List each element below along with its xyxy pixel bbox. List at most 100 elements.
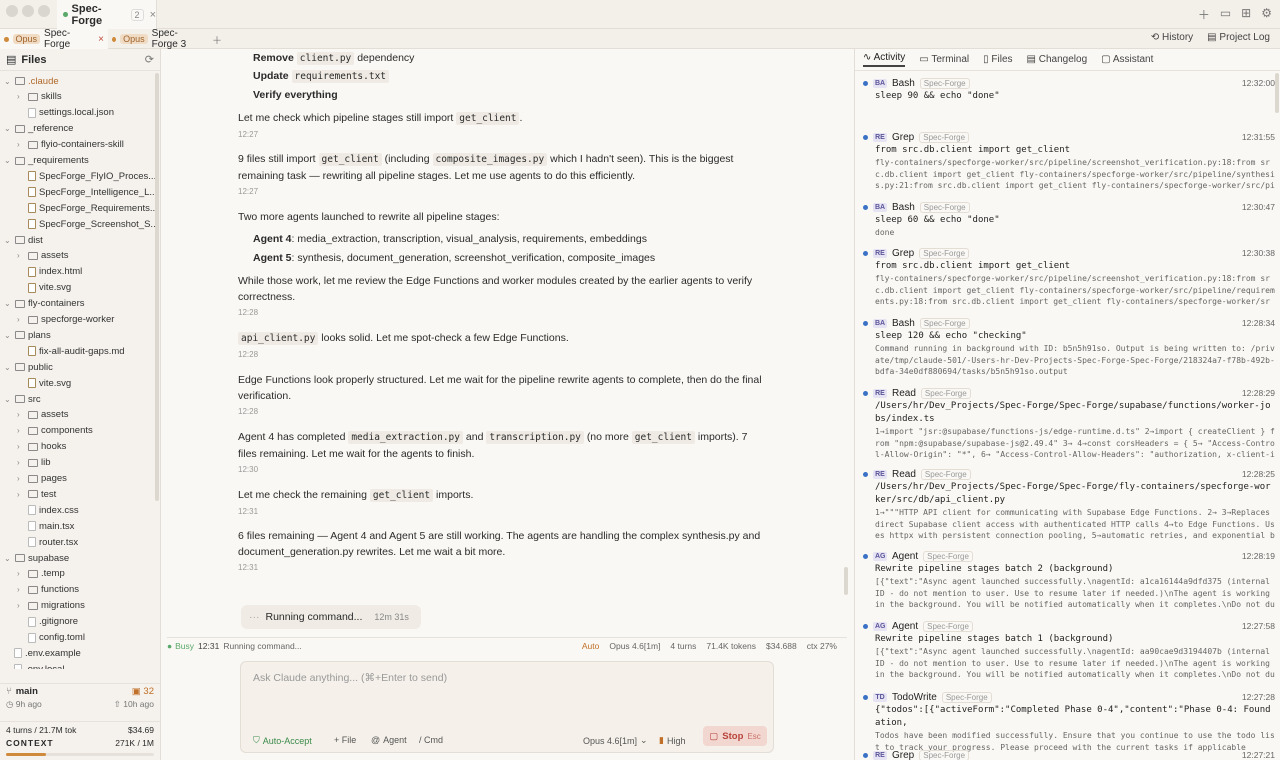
activity-scrollbar[interactable] [1275, 73, 1279, 113]
tree-folder[interactable]: ⌄ .claude [4, 73, 59, 89]
gear-icon[interactable]: ⚙ [1261, 6, 1272, 23]
close-session-icon[interactable]: × [98, 34, 104, 45]
command-button[interactable]: / Cmd [419, 735, 443, 745]
session-tab-1[interactable]: Opus Spec-Forge × [0, 28, 108, 50]
chevron-down-icon: ⌄ [4, 235, 11, 245]
tree-folder[interactable]: › flyio-containers-skill [17, 137, 124, 153]
status-turns: 4 turns [670, 640, 697, 651]
tree-file[interactable]: router.tsx [17, 534, 78, 550]
activity-event[interactable]: BA Bash Spec-Forge 12:32:00 sleep 90 && … [863, 76, 1275, 103]
mode-badge[interactable]: Auto [582, 641, 600, 651]
activity-event[interactable]: BA Bash Spec-Forge 12:28:34 sleep 120 &&… [863, 316, 1275, 378]
tree-folder[interactable]: › components [17, 423, 93, 439]
close-window-button[interactable] [6, 5, 18, 17]
tree-folder[interactable]: ⌄ supabase [4, 550, 69, 566]
layout-icon[interactable]: ⊞ [1241, 6, 1251, 23]
tree-file[interactable]: SpecForge_Requirements... [17, 200, 158, 216]
tree-folder[interactable]: › lib [17, 455, 51, 471]
tab-assistant[interactable]: ▢ Assistant [1101, 54, 1153, 65]
tool-icon: AG [873, 621, 887, 631]
close-tab-icon[interactable]: × [150, 9, 156, 21]
minimize-window-button[interactable] [22, 5, 34, 17]
changes-badge[interactable]: ▣ 32 [132, 686, 154, 697]
project-log-button[interactable]: ▤ Project Log [1207, 32, 1270, 43]
tree-folder[interactable]: ⌄ _reference [4, 121, 73, 137]
tree-file[interactable]: index.css [17, 502, 79, 518]
last-commit-value: 9h ago [15, 699, 42, 709]
tab-activity[interactable]: ∿ Activity [863, 52, 906, 67]
tree-file[interactable]: SpecForge_FlyIO_Proces... [17, 168, 156, 184]
prompt-input-box[interactable]: Ask Claude anything... (⌘+Enter to send)… [240, 661, 774, 753]
attach-file-button[interactable]: + File [334, 735, 356, 745]
folder-icon[interactable]: ▭ [1220, 6, 1231, 23]
tree-folder[interactable]: › hooks [17, 439, 66, 455]
activity-event[interactable]: RE Read Spec-Forge 12:28:29 /Users/hr/De… [863, 386, 1275, 461]
tab-changelog[interactable]: ▤ Changelog [1027, 54, 1088, 65]
tree-file[interactable]: SpecForge_Screenshot_S... [17, 216, 158, 232]
session-tab-label: Spec-Forge [44, 28, 71, 50]
attach-file-label: + File [334, 735, 357, 745]
chat-scrollbar[interactable] [844, 567, 848, 595]
tree-folder[interactable]: › functions [17, 582, 79, 598]
tree-folder[interactable]: › .temp [17, 566, 65, 582]
stop-button[interactable]: ▢ Stop Esc [703, 726, 767, 746]
tree-file[interactable]: .env.local [14, 661, 64, 669]
tree-folder[interactable]: › assets [17, 407, 68, 423]
activity-event[interactable]: RE Grep Spec-Forge 12:27:21 from src.db.… [863, 748, 1275, 760]
activity-event[interactable]: RE Read Spec-Forge 12:28:25 /Users/hr/De… [863, 467, 1275, 542]
file-icon [14, 664, 22, 669]
tree-file[interactable]: config.toml [17, 630, 85, 646]
tool-icon: BA [873, 202, 887, 212]
activity-event[interactable]: RE Grep Spec-Forge 12:31:55 from src.db.… [863, 130, 1275, 192]
tree-file[interactable]: fix-all-audit-gaps.md [17, 343, 125, 359]
project-badge: Spec-Forge [923, 620, 973, 632]
tree-folder[interactable]: ⌄ plans [4, 327, 51, 343]
tree-folder[interactable]: › pages [17, 471, 67, 487]
activity-event[interactable]: AG Agent Spec-Forge 12:27:58 Rewrite pip… [863, 619, 1275, 681]
tree-file[interactable]: vite.svg [17, 280, 71, 296]
tree-file[interactable]: vite.svg [17, 375, 71, 391]
tree-folder[interactable]: ⌄ public [4, 359, 53, 375]
new-session-button[interactable]: ＋ [208, 29, 226, 49]
auto-accept-toggle[interactable]: ⛉ Auto-Accept [253, 735, 312, 746]
context-bar [6, 753, 154, 756]
plus-icon[interactable]: ＋ [1198, 6, 1210, 23]
tree-file[interactable]: settings.local.json [17, 105, 114, 121]
model-select[interactable]: Opus 4.6[1m] ⌄ [583, 735, 648, 746]
activity-event[interactable]: RE Grep Spec-Forge 12:30:38 from src.db.… [863, 246, 1275, 308]
event-output: [{"text":"Async agent launched successfu… [875, 647, 1275, 679]
tree-folder[interactable]: ⌄ src [4, 391, 41, 407]
tree-folder[interactable]: › specforge-worker [17, 312, 114, 328]
activity-event[interactable]: BA Bash Spec-Forge 12:30:47 sleep 60 && … [863, 200, 1275, 239]
window-tab[interactable]: Spec-Forge 2 × [57, 0, 157, 29]
tree-file[interactable]: SpecForge_Intelligence_L... [17, 184, 157, 200]
history-button[interactable]: ⟲ History [1151, 32, 1193, 43]
tree-file[interactable]: .env.example [14, 645, 81, 661]
tree-folder[interactable]: › assets [17, 248, 68, 264]
activity-event[interactable]: TD TodoWrite Spec-Forge 12:27:28 {"todos… [863, 690, 1275, 753]
tree-item-label: specforge-worker [41, 314, 115, 325]
tree-folder[interactable]: › test [17, 486, 56, 502]
refresh-icon[interactable]: ⟳ [145, 53, 154, 66]
project-badge: Spec-Forge [941, 691, 992, 703]
tree-folder[interactable]: › skills [17, 89, 62, 105]
effort-select[interactable]: ▮ High [659, 735, 685, 746]
branch-name[interactable]: main [16, 686, 38, 697]
prompt-placeholder[interactable]: Ask Claude anything... (⌘+Enter to send) [253, 672, 447, 684]
agent-button[interactable]: @ Agent [371, 735, 407, 745]
activity-event[interactable]: AG Agent Spec-Forge 12:28:19 Rewrite pip… [863, 549, 1275, 611]
tree-file[interactable]: index.html [17, 264, 82, 280]
tree-item-label: migrations [41, 600, 85, 612]
tree-folder[interactable]: ⌄ dist [4, 232, 43, 248]
tree-folder[interactable]: ⌄ fly-containers [4, 296, 85, 312]
sidebar-scrollbar[interactable] [155, 73, 159, 501]
tree-folder[interactable]: › migrations [17, 598, 85, 614]
session-tab-2[interactable]: Opus Spec-Forge 3 [108, 28, 206, 50]
tree-file[interactable]: main.tsx [17, 518, 74, 534]
maximize-window-button[interactable] [38, 5, 50, 17]
tab-files[interactable]: ▯ Files [983, 54, 1012, 65]
message-3b: While those work, let me review the Edge… [238, 273, 768, 321]
tab-terminal[interactable]: ▭ Terminal [919, 54, 969, 65]
tree-folder[interactable]: ⌄ _requirements [4, 153, 89, 169]
tree-file[interactable]: .gitignore [17, 614, 78, 630]
